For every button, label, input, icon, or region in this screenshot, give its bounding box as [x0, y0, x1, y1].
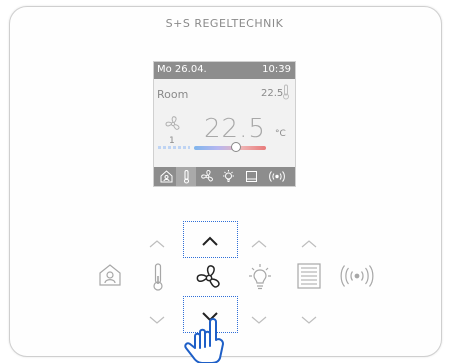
- fan-level-indicator: [158, 146, 190, 149]
- thermometer-icon[interactable]: [151, 262, 165, 292]
- date-text: Mo 26.04.: [157, 64, 207, 75]
- small-thermometer-icon: [282, 84, 290, 104]
- home-person-icon[interactable]: [98, 263, 122, 287]
- up-chevron-thermometer[interactable]: [148, 234, 166, 253]
- pointing-hand-icon: [182, 316, 232, 363]
- up-chevron-fan[interactable]: [200, 232, 220, 251]
- time-text: 10:39: [262, 64, 291, 75]
- up-chevron-light[interactable]: [250, 234, 268, 253]
- wireless-signal-icon[interactable]: [340, 264, 374, 288]
- screen-wireless-icon: [266, 169, 288, 184]
- down-chevron-light[interactable]: [250, 310, 268, 329]
- screen-fan-tab-icon: [200, 169, 215, 184]
- screen-light-icon: [221, 169, 236, 184]
- screen-tab-bar: [154, 167, 295, 186]
- down-chevron-blinds[interactable]: [300, 310, 318, 329]
- display-screen: Mo 26.04. 10:39 Room 22.5 1 22.5 °C: [153, 61, 296, 187]
- down-chevron-thermometer[interactable]: [148, 310, 166, 329]
- status-bar: Mo 26.04. 10:39: [154, 62, 295, 79]
- screen-home-icon: [159, 169, 174, 184]
- room-label: Room: [157, 88, 189, 101]
- temperature-gradient: [194, 146, 266, 150]
- temperature-slider-dot: [231, 142, 241, 152]
- fan-icon[interactable]: [194, 263, 224, 293]
- up-chevron-blinds[interactable]: [300, 234, 318, 253]
- temperature-unit: °C: [275, 129, 286, 139]
- brand-logo: S+S REGELTECHNIK: [165, 17, 284, 30]
- screen-fan-icon: [164, 115, 182, 137]
- current-temperature: 22.5: [204, 114, 266, 144]
- blinds-icon[interactable]: [296, 262, 322, 290]
- setpoint-value: 22.5: [261, 88, 284, 99]
- screen-thermometer-icon: [179, 169, 194, 184]
- light-bulb-icon[interactable]: [246, 262, 274, 292]
- fan-level-text: 1: [169, 136, 175, 146]
- screen-blinds-icon: [244, 169, 259, 184]
